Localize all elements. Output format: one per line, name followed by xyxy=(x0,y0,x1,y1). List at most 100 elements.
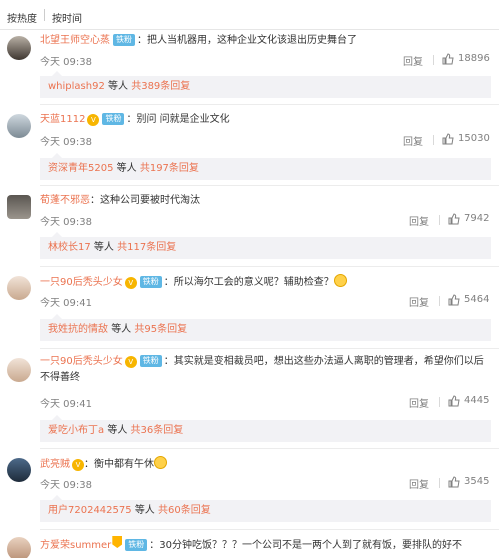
sub-reply-count[interactable]: 共197条回复 xyxy=(140,163,199,174)
sub-reply-summary[interactable]: 林校长17 等人 共117条回复 xyxy=(40,232,491,259)
sort-by-time-tab[interactable]: 按时间 xyxy=(52,10,82,25)
fan-badge: 铁粉 xyxy=(102,113,125,125)
like-count: 5464 xyxy=(464,294,490,305)
user-name[interactable]: 武亮贼 xyxy=(40,459,70,470)
avatar[interactable] xyxy=(7,114,31,138)
fan-badge: 铁粉 xyxy=(139,355,162,367)
sub-reply-summary[interactable]: 用户7202442575 等人 共60条回复 xyxy=(40,495,491,522)
meta-divider xyxy=(433,135,434,145)
thumbs-up-icon[interactable] xyxy=(442,53,454,65)
comment-divider xyxy=(40,448,499,449)
reply-button[interactable]: 回复 xyxy=(409,213,429,228)
sub-reply-user[interactable]: whiplash92 xyxy=(48,81,105,92)
reply-button[interactable]: 回复 xyxy=(403,133,423,148)
vip-icon: V xyxy=(72,459,84,471)
comment-body: 天蓝1112 V 铁粉 ：别问 问就是企业文化 xyxy=(40,112,493,128)
sub-reply-count[interactable]: 共95条回复 xyxy=(134,324,187,335)
comment-time: 今天 09:38 xyxy=(40,480,92,491)
comment-divider xyxy=(40,529,499,530)
sub-reply-caret xyxy=(52,314,62,319)
sub-reply-count[interactable]: 共36条回复 xyxy=(131,425,184,436)
sub-reply-mid: 等人 xyxy=(111,324,132,335)
comment-meta: 今天 09:38 回复 18896 xyxy=(40,53,491,68)
user-name[interactable]: 方爱荣summer xyxy=(40,540,111,551)
medal-icon xyxy=(112,536,123,548)
comment-text: ：衡中都有午休 xyxy=(84,459,154,470)
avatar[interactable] xyxy=(7,358,31,382)
comment-body: 方爱荣summer 铁粉 ：30分钟吃饭？？？一个公司不是一两个人到了就有饭，要排队… xyxy=(40,536,493,554)
user-name[interactable]: 北望王师空心蒸 xyxy=(40,35,110,46)
like-count: 4445 xyxy=(464,395,490,406)
meta-divider xyxy=(439,397,440,407)
sort-bar: 按热度 按时间 xyxy=(0,0,499,30)
sub-reply-summary[interactable]: 资深青年5205 等人 共197条回复 xyxy=(40,153,491,180)
sub-reply-caret xyxy=(52,495,62,500)
comment-divider xyxy=(40,348,499,349)
comment-text: ：别问 问就是企业文化 xyxy=(126,114,230,125)
comment-time: 今天 09:41 xyxy=(40,399,92,410)
thumbs-up-icon[interactable] xyxy=(448,476,460,488)
vip-icon: V xyxy=(124,277,137,289)
avatar[interactable] xyxy=(7,276,31,300)
sub-reply-mid: 等人 xyxy=(93,242,114,253)
sub-reply-summary[interactable]: 我姓抗的情敌 等人 共95条回复 xyxy=(40,314,491,341)
emoji-icon xyxy=(333,274,347,287)
fan-badge: 铁粉 xyxy=(139,276,162,288)
avatar[interactable] xyxy=(7,36,31,60)
sub-reply-count[interactable]: 共60条回复 xyxy=(158,505,211,516)
like-count: 3545 xyxy=(464,476,490,487)
like-count: 7942 xyxy=(464,213,490,224)
comment-text: ：这种公司要被时代淘汰 xyxy=(90,195,200,206)
comment-text: ：30分钟吃饭？？？一个公司不是一两个人到了就有饭，要排队的好不 xyxy=(149,540,463,551)
like-count: 18896 xyxy=(458,53,490,64)
reply-button[interactable]: 回复 xyxy=(409,395,429,410)
sub-reply-count[interactable]: 共389条回复 xyxy=(131,81,190,92)
meta-divider xyxy=(439,215,440,225)
sub-reply-mid: 等人 xyxy=(116,163,137,174)
fan-badge: 铁粉 xyxy=(113,34,135,46)
comment-item: 方爱荣summer 铁粉 ：30分钟吃饭？？？一个公司不是一两个人到了就有饭，要排队… xyxy=(0,531,499,558)
reply-button[interactable]: 回复 xyxy=(409,476,429,491)
sub-reply-user[interactable]: 资深青年5205 xyxy=(48,163,113,174)
sub-reply-user[interactable]: 我姓抗的情敌 xyxy=(48,324,108,335)
sub-reply-count[interactable]: 共117条回复 xyxy=(117,242,176,253)
sub-reply-user[interactable]: 用户7202442575 xyxy=(48,505,132,516)
avatar[interactable] xyxy=(7,195,31,219)
sub-reply-summary[interactable]: 爱吃小布丁a 等人 共36条回复 xyxy=(40,415,491,442)
user-name[interactable]: 荀蓬不邪恶 xyxy=(40,195,90,206)
sort-by-hot-tab[interactable]: 按热度 xyxy=(7,10,37,25)
comment-divider xyxy=(40,185,499,186)
user-name[interactable]: 一只90后秃头少女 xyxy=(40,356,123,367)
sub-reply-mid: 等人 xyxy=(108,81,129,92)
sort-divider xyxy=(44,9,45,21)
comment-meta: 今天 09:38 回复 7942 xyxy=(40,213,491,228)
user-name[interactable]: 天蓝1112 xyxy=(40,114,85,125)
sub-reply-user[interactable]: 爱吃小布丁a xyxy=(48,425,104,436)
thumbs-up-icon[interactable] xyxy=(448,213,460,225)
sub-reply-caret xyxy=(52,232,62,237)
comment-text: ：把人当机器用，这种企业文化该退出历史舞台了 xyxy=(137,35,357,46)
sub-reply-summary[interactable]: whiplash92 等人 共389条回复 xyxy=(40,71,491,98)
user-name[interactable]: 一只90后秃头少女 xyxy=(40,277,123,288)
sub-reply-caret xyxy=(52,71,62,76)
sub-reply-user[interactable]: 林校长17 xyxy=(48,242,91,253)
comment-text: ：所以海尔工会的意义呢？辅助检查？ xyxy=(163,277,334,288)
comment-time: 今天 09:38 xyxy=(40,57,92,68)
thumbs-up-icon[interactable] xyxy=(448,294,460,306)
comment-meta: 今天 09:41 回复 5464 xyxy=(40,294,491,309)
comment-body: 一只90后秃头少女 V 铁粉 ：所以海尔工会的意义呢？辅助检查？ xyxy=(40,274,493,291)
avatar[interactable] xyxy=(7,537,31,558)
meta-divider xyxy=(439,478,440,488)
emoji-icon xyxy=(154,456,167,469)
reply-button[interactable]: 回复 xyxy=(403,53,423,68)
thumbs-up-icon[interactable] xyxy=(448,395,460,407)
comment-meta: 今天 09:38 回复 3545 xyxy=(40,476,491,491)
reply-button[interactable]: 回复 xyxy=(409,294,429,309)
comment-body: 武亮贼 V ：衡中都有午休 xyxy=(40,456,493,473)
avatar[interactable] xyxy=(7,458,31,482)
vip-icon: V xyxy=(87,114,100,126)
comment-time: 今天 09:38 xyxy=(40,217,92,228)
fan-badge: 铁粉 xyxy=(125,539,148,551)
thumbs-up-icon[interactable] xyxy=(442,133,454,145)
comment-body: 荀蓬不邪恶：这种公司要被时代淘汰 xyxy=(40,193,493,209)
